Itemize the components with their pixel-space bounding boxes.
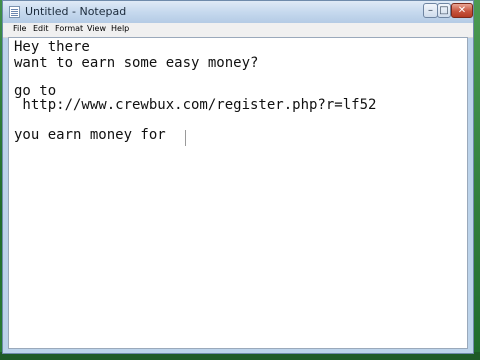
text-line-2: want to earn some easy money? — [14, 55, 259, 71]
close-button[interactable]: ✕ — [451, 3, 473, 18]
maximize-icon: □ — [439, 5, 449, 16]
menu-edit[interactable]: Edit — [33, 24, 49, 33]
menu-bar: File Edit Format View Help — [3, 23, 473, 38]
desktop-background-right — [474, 0, 480, 360]
notepad-app-icon[interactable] — [9, 6, 20, 18]
menu-help[interactable]: Help — [111, 24, 129, 33]
maximize-button[interactable]: □ — [437, 3, 451, 18]
minimize-button[interactable]: – — [423, 3, 438, 18]
text-line-1: Hey there — [14, 39, 90, 55]
text-editor-area[interactable]: Hey there want to earn some easy money? … — [8, 37, 468, 349]
menu-file[interactable]: File — [13, 24, 26, 33]
menu-view[interactable]: View — [87, 24, 106, 33]
text-line-5: http://www.crewbux.com/register.php?r=lf… — [14, 97, 377, 113]
text-line-7: you earn money for — [14, 127, 175, 143]
title-bar[interactable]: Untitled - Notepad – □ ✕ — [3, 1, 473, 23]
window-title: Untitled - Notepad — [25, 5, 127, 18]
text-caret — [185, 130, 186, 146]
close-icon: ✕ — [457, 5, 467, 16]
minimize-icon: – — [428, 5, 433, 16]
menu-format[interactable]: Format — [55, 24, 83, 33]
notepad-window: Untitled - Notepad – □ ✕ File Edit Forma… — [2, 0, 474, 354]
